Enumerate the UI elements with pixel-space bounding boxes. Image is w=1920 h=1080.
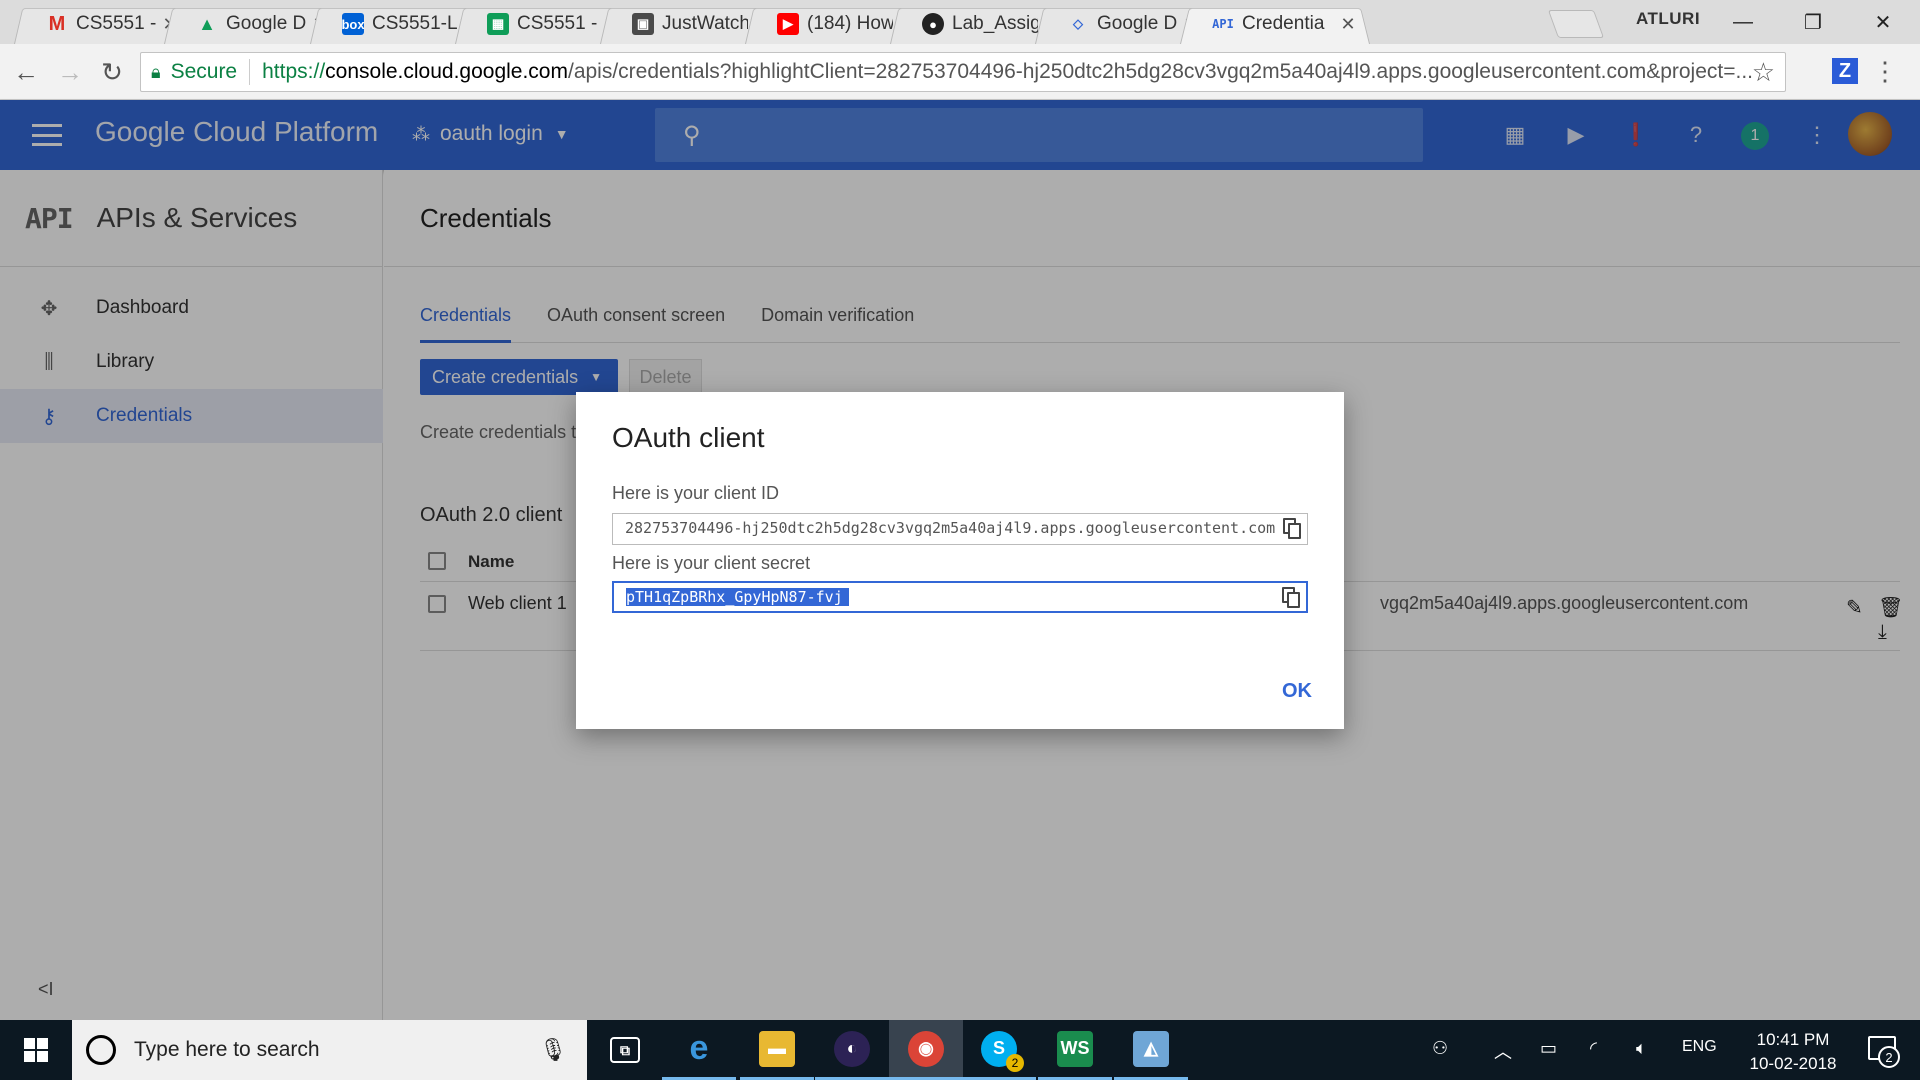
lock-icon: 🔒︎ — [151, 61, 161, 82]
client-id-value: 282753704496-hj250dtc2h5dg28cv3vgq2m5a40… — [625, 519, 1275, 537]
browser-menu-icon[interactable]: ⋮ — [1872, 56, 1898, 87]
url-domain: console.cloud.google.com — [325, 60, 568, 83]
task-view-icon[interactable]: ⧉ — [588, 1020, 662, 1080]
webstorm-icon[interactable]: WS — [1038, 1020, 1112, 1080]
eclipse-glyph: ◐ — [834, 1030, 870, 1067]
task-view-glyph: ⧉ — [610, 1037, 640, 1063]
battery-icon[interactable]: ▭ — [1540, 1038, 1557, 1059]
clock[interactable]: 10:41 PM 10-02-2018 — [1728, 1028, 1858, 1076]
skype-badge: 2 — [1006, 1054, 1024, 1072]
address-bar[interactable]: 🔒︎ Secure https://console.cloud.google.c… — [140, 52, 1786, 92]
browser-tab[interactable]: API Credentia ✕ — [1180, 4, 1370, 45]
restore-button[interactable]: ❐ — [1778, 0, 1848, 44]
copy-icon[interactable] — [1283, 518, 1301, 540]
edge-icon[interactable]: e — [662, 1020, 736, 1080]
show-hidden-icons-icon[interactable]: ︿ — [1494, 1038, 1512, 1064]
browser-tab-title: Google D — [226, 13, 307, 34]
people-icon[interactable]: ⚇ — [1432, 1038, 1448, 1059]
bookmark-star-icon[interactable]: ☆ — [1752, 57, 1775, 88]
youtube-icon: ▶ — [777, 13, 799, 35]
sticky-app-icon[interactable]: ◭ — [1114, 1020, 1188, 1080]
ok-button[interactable]: OK — [1282, 680, 1312, 703]
google-drive-icon: ▲ — [198, 13, 216, 34]
start-button[interactable] — [0, 1020, 72, 1080]
dialog-title: OAuth client — [612, 422, 765, 453]
cortana-icon — [86, 1035, 116, 1065]
language-indicator[interactable]: ENG — [1682, 1038, 1717, 1056]
browser-tab-title: Lab_Assig — [952, 13, 1038, 34]
file-explorer-glyph: ▬ — [759, 1030, 795, 1067]
oauth-client-dialog: OAuth client Here is your client ID 2827… — [576, 392, 1344, 729]
url-text: https://console.cloud.google.com/apis/cr… — [262, 60, 1753, 84]
url-path: /apis/credentials?highlightClient=282753… — [567, 60, 1753, 83]
url-scheme: https:// — [262, 60, 326, 83]
chrome-glyph: ◉ — [908, 1030, 944, 1067]
browser-tab-title: Google D — [1097, 13, 1178, 34]
webstorm-glyph: WS — [1057, 1030, 1093, 1067]
client-id-label: Here is your client ID — [612, 483, 780, 503]
browser-tab-title: CS5551 - — [517, 13, 598, 34]
action-center-badge: 2 — [1878, 1046, 1900, 1068]
forward-icon[interactable]: → — [52, 54, 88, 90]
api-icon: API — [1212, 17, 1234, 31]
file-explorer-icon[interactable]: ▬ — [740, 1020, 814, 1080]
new-tab-button[interactable] — [1547, 10, 1605, 38]
client-secret-field[interactable]: pTH1qZpBRhx_GpyHpN87-fvj — [612, 581, 1308, 613]
profile-name[interactable]: ATLURI — [1636, 9, 1700, 29]
extension-z-icon[interactable]: Z — [1832, 58, 1858, 84]
copy-icon[interactable] — [1282, 587, 1300, 609]
justwatch-icon: ▣ — [632, 13, 654, 35]
box-icon: box — [341, 13, 365, 35]
close-tab-icon[interactable]: ✕ — [1340, 14, 1356, 35]
windows-taskbar: Type here to search 🎙︎ ⧉ e ▬ ◐ ◉ S 2 WS ◭ ⚇ ︿ ▭ … — [0, 1020, 1920, 1080]
windows-logo-icon — [24, 1038, 48, 1062]
edge-glyph: e — [689, 1029, 709, 1067]
google-developers-icon: ◇ — [1073, 16, 1083, 31]
clock-time: 10:41 PM — [1756, 1030, 1830, 1049]
skype-icon[interactable]: S2 — [962, 1020, 1036, 1080]
back-icon[interactable]: ← — [8, 54, 44, 90]
taskbar-search-placeholder: Type here to search — [134, 1038, 320, 1061]
browser-tab-title: JustWatch — [662, 13, 748, 34]
github-icon: ● — [922, 13, 944, 35]
browser-toolbar: ← → ↻ 🔒︎ Secure https://console.cloud.go… — [0, 44, 1920, 100]
client-secret-label: Here is your client secret — [612, 553, 811, 573]
client-secret-value: pTH1qZpBRhx_GpyHpN87-fvj — [626, 588, 849, 606]
gmail-icon: M — [48, 12, 66, 35]
reload-icon[interactable]: ↻ — [94, 54, 130, 90]
browser-tab-title: Credentia — [1242, 13, 1325, 34]
client-id-field[interactable]: 282753704496-hj250dtc2h5dg28cv3vgq2m5a40… — [612, 513, 1308, 545]
microphone-icon[interactable]: 🎙︎ — [539, 1037, 567, 1063]
address-divider — [249, 59, 251, 85]
wifi-icon[interactable]: ◜ — [1590, 1038, 1597, 1059]
browser-tab-title: CS5551 - — [76, 13, 157, 34]
google-sheets-icon: ▦ — [487, 13, 509, 35]
taskbar-search-input[interactable]: Type here to search 🎙︎ — [72, 1020, 587, 1080]
browser-tab-strip: MCS5551 -✕▲Google D✕boxCS5551-L✕▦CS5551 … — [0, 0, 1920, 45]
minimize-button[interactable]: — — [1708, 0, 1778, 44]
secure-label: Secure — [170, 60, 238, 83]
volume-icon[interactable]: 🔈︎ — [1636, 1038, 1647, 1059]
chrome-icon[interactable]: ◉ — [889, 1020, 963, 1080]
close-window-button[interactable]: ✕ — [1848, 0, 1918, 44]
eclipse-icon[interactable]: ◐ — [815, 1020, 889, 1080]
screen: MCS5551 -✕▲Google D✕boxCS5551-L✕▦CS5551 … — [0, 0, 1920, 1080]
browser-tab-title: CS5551-L — [372, 13, 458, 34]
sticky-app-glyph: ◭ — [1133, 1030, 1169, 1067]
browser-tab-title: (184) How — [807, 13, 893, 34]
clock-date: 10-02-2018 — [1749, 1054, 1837, 1073]
